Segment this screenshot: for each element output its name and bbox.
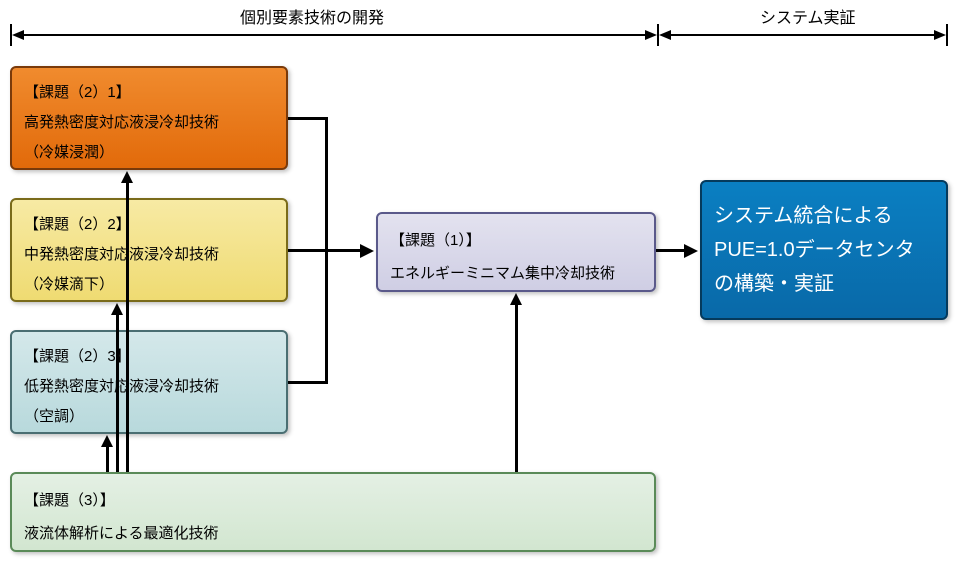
connector (116, 313, 119, 472)
arrow-icon (101, 435, 113, 447)
box-k21: 【課題（2）1】 高発熱密度対応液浸冷却技術 （冷媒浸潤） (10, 66, 288, 170)
box-system: システム統合によるPUE=1.0データセンタの構築・実証 (700, 180, 948, 320)
dim-arrow (934, 30, 946, 40)
dim-arrow (12, 30, 24, 40)
connector (288, 381, 328, 384)
dim-line-right (670, 34, 936, 36)
dim-arrow (659, 30, 671, 40)
arrow-icon (360, 244, 374, 258)
arrow-icon (121, 171, 133, 183)
box-line: 中発熱密度対応液浸冷却技術 (24, 240, 274, 270)
box-line: システム統合によるPUE=1.0データセンタの構築・実証 (714, 199, 934, 301)
connector (288, 117, 328, 120)
connector (126, 181, 129, 472)
box-tag: 【課題（2）2】 (24, 210, 274, 240)
header-left: 個別要素技術の開発 (240, 4, 384, 28)
box-line: 高発熱密度対応液浸冷却技術 (24, 108, 274, 138)
box-tag: 【課題（1）】 (390, 224, 642, 257)
box-k22: 【課題（2）2】 中発熱密度対応液浸冷却技術 （冷媒滴下） (10, 198, 288, 302)
dim-line-left (22, 34, 646, 36)
arrow-icon (111, 303, 123, 315)
diagram-canvas: 個別要素技術の開発 システム実証 【課題（2）1】 高発熱密度対応液浸冷却技術 … (0, 0, 960, 577)
box-line: （冷媒浸潤） (24, 138, 274, 168)
arrow-icon (510, 293, 522, 305)
connector (515, 303, 518, 472)
box-k23: 【課題（2）3】 低発熱密度対応液浸冷却技術 （空調） (10, 330, 288, 434)
box-line: エネルギーミニマム集中冷却技術 (390, 257, 642, 290)
box-line: （空調） (24, 402, 274, 432)
box-tag: 【課題（3）】 (24, 484, 642, 517)
box-k3: 【課題（3）】 液流体解析による最適化技術 (10, 472, 656, 552)
box-tag: 【課題（2）3】 (24, 342, 274, 372)
dim-tick (946, 24, 948, 46)
connector (106, 445, 109, 472)
box-k1: 【課題（1）】 エネルギーミニマム集中冷却技術 (376, 212, 656, 292)
box-line: 液流体解析による最適化技術 (24, 517, 642, 550)
box-tag: 【課題（2）1】 (24, 78, 274, 108)
connector (325, 117, 328, 384)
arrow-icon (684, 244, 698, 258)
dim-arrow (645, 30, 657, 40)
box-line: 低発熱密度対応液浸冷却技術 (24, 372, 274, 402)
header-right: システム実証 (760, 4, 856, 28)
box-line: （冷媒滴下） (24, 270, 274, 300)
connector (656, 249, 686, 252)
